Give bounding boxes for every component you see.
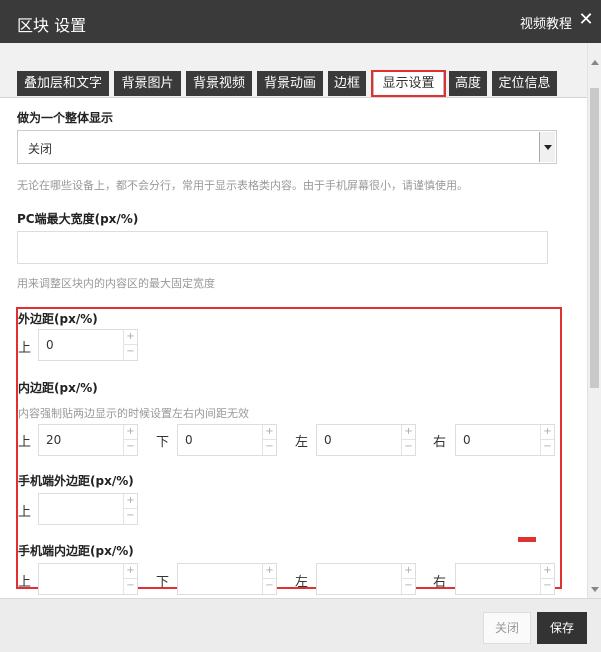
margin-top-input[interactable]: 0 + − (38, 329, 138, 361)
decrement-icon[interactable]: − (262, 440, 276, 455)
mobile-margin-label: 手机端外边距(px/%) (18, 474, 134, 488)
decrement-icon[interactable]: − (540, 579, 554, 594)
chevron-down-icon[interactable] (539, 132, 555, 162)
pc-max-width-label: PC端最大宽度(px/%) (17, 212, 139, 226)
tab-background-video[interactable]: 背景视频 (186, 71, 252, 96)
decrement-icon[interactable]: − (123, 509, 137, 524)
mobile-padding-bottom-side-label: 下 (156, 575, 170, 590)
padding-top-side-label: 上 (18, 435, 32, 450)
display-as-whole-help: 无论在哪些设备上，都不会分行，常用于显示表格类内容。由于手机屏幕很小，请谨慎使用… (17, 179, 468, 192)
padding-left-input[interactable]: 0 + − (316, 424, 416, 456)
mobile-padding-label: 手机端内边距(px/%) (18, 544, 134, 558)
decrement-icon[interactable]: − (401, 579, 415, 594)
padding-top-value: 20 (46, 433, 62, 447)
pc-max-width-input[interactable] (17, 231, 548, 264)
tab-background-image[interactable]: 背景图片 (114, 71, 181, 96)
padding-label: 内边距(px/%) (18, 381, 98, 395)
padding-right-side-label: 右 (433, 435, 447, 450)
decrement-icon[interactable]: − (123, 579, 137, 594)
save-button[interactable]: 保存 (537, 612, 587, 644)
display-as-whole-label: 做为一个整体显示 (17, 111, 114, 125)
close-button[interactable]: 关闭 (483, 612, 531, 644)
padding-help: 内容强制贴两边显示的时候设置左右内间距无效 (18, 407, 249, 420)
padding-bottom-input[interactable]: 0 + − (177, 424, 277, 456)
increment-icon[interactable]: + (123, 494, 137, 509)
tab-border[interactable]: 边框 (328, 71, 366, 96)
increment-icon[interactable]: + (123, 425, 137, 440)
pc-max-width-help: 用来调整区块内的内容区的最大固定宽度 (17, 277, 215, 290)
mobile-margin-top-input[interactable]: + − (38, 493, 138, 525)
mobile-padding-bottom-input[interactable]: + − (177, 563, 277, 595)
scrollbar-thumb[interactable] (590, 88, 599, 388)
increment-icon[interactable]: + (262, 425, 276, 440)
increment-icon[interactable]: + (123, 330, 137, 345)
increment-icon[interactable]: + (540, 425, 554, 440)
margin-top-value: 0 (46, 338, 54, 352)
increment-icon[interactable]: + (401, 564, 415, 579)
padding-right-input[interactable]: 0 + − (455, 424, 555, 456)
video-tutorial-link[interactable]: 视频教程 (520, 13, 572, 32)
vertical-scrollbar[interactable] (587, 43, 601, 598)
mobile-margin-top-side-label: 上 (18, 505, 32, 520)
tab-position-info[interactable]: 定位信息 (492, 71, 557, 96)
decrement-icon[interactable]: − (123, 440, 137, 455)
dialog-footer: 关闭 保存 (0, 598, 601, 652)
padding-left-side-label: 左 (295, 435, 309, 450)
scroll-down-icon[interactable] (591, 587, 599, 592)
mobile-padding-left-side-label: 左 (295, 575, 309, 590)
margin-top-side-label: 上 (18, 341, 32, 356)
margin-label: 外边距(px/%) (18, 312, 98, 326)
mobile-padding-right-side-label: 右 (433, 575, 447, 590)
decrement-icon[interactable]: − (540, 440, 554, 455)
decrement-icon[interactable]: − (401, 440, 415, 455)
increment-icon[interactable]: + (123, 564, 137, 579)
display-as-whole-select[interactable]: 关闭 (17, 130, 557, 164)
red-marker (518, 537, 536, 542)
mobile-padding-left-input[interactable]: + − (316, 563, 416, 595)
increment-icon[interactable]: + (540, 564, 554, 579)
scroll-up-icon[interactable] (591, 60, 599, 65)
close-icon[interactable]: ✕ (577, 9, 595, 31)
tab-height[interactable]: 高度 (449, 71, 487, 96)
padding-right-value: 0 (463, 433, 471, 447)
decrement-icon[interactable]: − (123, 345, 137, 360)
mobile-padding-top-input[interactable]: + − (38, 563, 138, 595)
padding-bottom-value: 0 (185, 433, 193, 447)
tab-background-animation[interactable]: 背景动画 (257, 71, 323, 96)
padding-bottom-side-label: 下 (156, 435, 170, 450)
padding-left-value: 0 (324, 433, 332, 447)
dialog-title: 区块 设置 (17, 16, 87, 35)
decrement-icon[interactable]: − (262, 579, 276, 594)
tab-overlay-text[interactable]: 叠加层和文字 (17, 71, 109, 96)
increment-icon[interactable]: + (262, 564, 276, 579)
mobile-padding-right-input[interactable]: + − (455, 563, 555, 595)
active-tab-highlight (371, 70, 446, 97)
mobile-padding-top-side-label: 上 (18, 575, 32, 590)
padding-top-input[interactable]: 20 + − (38, 424, 138, 456)
dialog-titlebar: 区块 设置 视频教程 ✕ (0, 0, 601, 43)
increment-icon[interactable]: + (401, 425, 415, 440)
display-as-whole-value: 关闭 (28, 142, 53, 156)
